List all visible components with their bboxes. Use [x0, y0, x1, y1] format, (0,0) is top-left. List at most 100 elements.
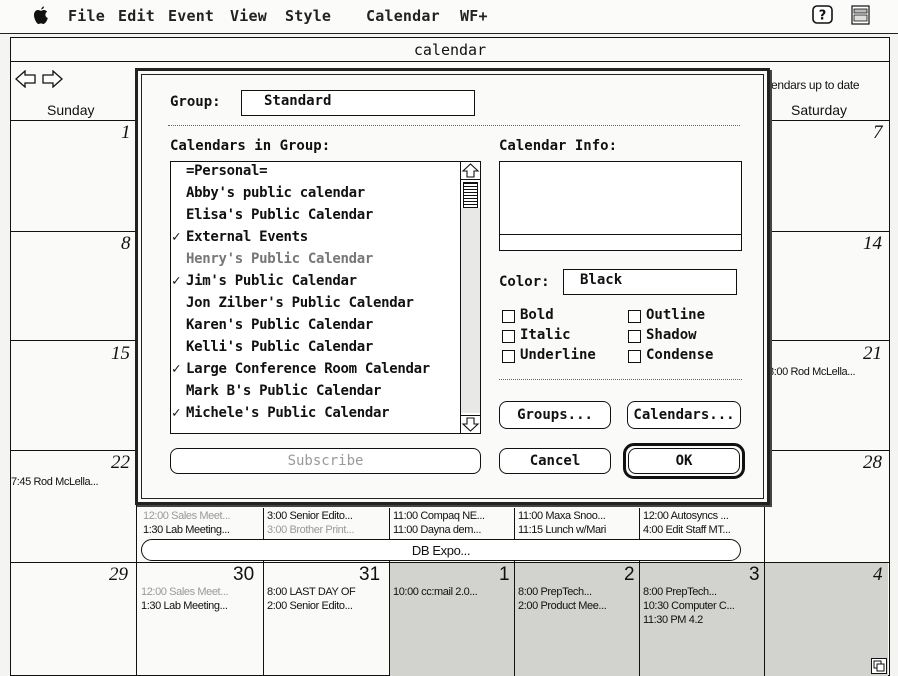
day-number: 21	[863, 343, 882, 364]
calendar-event[interactable]: 2:00 Senior Edito...	[267, 600, 387, 612]
day-number: 15	[111, 343, 130, 364]
italic-label: Italic	[520, 327, 571, 343]
color-label: Color:	[499, 274, 550, 290]
dotted-separator	[499, 379, 742, 380]
scroll-thumb[interactable]	[463, 182, 478, 208]
title-bar[interactable]: calendar	[11, 38, 889, 62]
calendar-event[interactable]: 11:00 Maxa Snoo...	[518, 510, 638, 522]
menu-view[interactable]: View	[230, 7, 267, 25]
calendar-event[interactable]: 10:00 cc:mail 2.0...	[393, 586, 513, 598]
groups-button[interactable]: Groups...	[499, 401, 611, 429]
grid-line	[263, 508, 264, 676]
calendar-name: =Personal=	[186, 163, 268, 179]
calendar-event[interactable]: 8:00 Rod McLella...	[768, 366, 888, 378]
day-number: 1	[121, 122, 131, 143]
outline-checkbox[interactable]	[628, 310, 641, 323]
menu-calendar[interactable]: Calendar	[366, 7, 440, 25]
list-item[interactable]: Mark B's Public Calendar	[172, 383, 459, 399]
list-item[interactable]: ✓ Large Conference Room Calendar	[172, 361, 459, 377]
group-label: Group:	[170, 94, 221, 110]
help-icon[interactable]: ?	[812, 4, 834, 26]
list-item[interactable]: Elisa's Public Calendar	[172, 207, 459, 223]
list-item[interactable]: Jon Zilber's Public Calendar	[172, 295, 459, 311]
scroll-track[interactable]	[461, 208, 480, 413]
bold-label: Bold	[520, 307, 554, 323]
day-number: 3	[749, 564, 760, 585]
calendars-in-group-label: Calendars in Group:	[170, 138, 331, 154]
calendar-info-box[interactable]	[499, 161, 742, 251]
calendar-event[interactable]: 11:30 PM 4.2	[643, 614, 763, 626]
condense-checkbox[interactable]	[628, 350, 641, 363]
checkmark: ✓	[172, 361, 181, 377]
calendar-event[interactable]: 12:00 Sales Meet...	[141, 586, 261, 598]
calendar-event[interactable]: 8:00 LAST DAY OF	[267, 586, 387, 598]
calendar-info-label: Calendar Info:	[499, 138, 618, 154]
day-number: 28	[863, 452, 882, 473]
calendar-event[interactable]: 4:00 Edit Staff MT...	[643, 524, 763, 536]
calendar-event[interactable]: 11:00 Compaq NE...	[393, 510, 513, 522]
calendar-event[interactable]: 12:00 Autosyncs ...	[643, 510, 763, 522]
checkmark: ✓	[172, 405, 181, 421]
list-item[interactable]: ✓ External Events	[172, 229, 459, 245]
calendar-event[interactable]: 11:00 Dayna dem...	[393, 524, 513, 536]
list-item[interactable]: Karen's Public Calendar	[172, 317, 459, 333]
calendar-event[interactable]: 8:00 PrepTech...	[518, 586, 638, 598]
color-field[interactable]: Black	[563, 269, 737, 295]
list-item[interactable]: Henry's Public Calendar	[172, 251, 459, 267]
day-number: 2	[624, 564, 635, 585]
multi-day-event-banner[interactable]: DB Expo...	[141, 539, 741, 561]
cancel-button[interactable]: Cancel	[499, 448, 611, 474]
calendar-event[interactable]: 7:45 Rod McLella...	[11, 476, 135, 488]
menu-event[interactable]: Event	[168, 7, 214, 25]
status-text: endars up to date	[771, 78, 860, 92]
menu-file[interactable]: File	[68, 7, 105, 25]
scroll-down-arrow-icon[interactable]	[461, 415, 480, 433]
calendar-name: Elisa's Public Calendar	[186, 207, 373, 223]
underline-checkbox[interactable]	[502, 350, 515, 363]
calendar-name: Large Conference Room Calendar	[186, 361, 430, 377]
apple-icon[interactable]	[32, 6, 50, 26]
list-item[interactable]: Kelli's Public Calendar	[172, 339, 459, 355]
underline-label: Underline	[520, 347, 596, 363]
arrow-left-icon[interactable]	[15, 70, 37, 88]
scroll-up-arrow-icon[interactable]	[461, 162, 480, 180]
calendar-event[interactable]: 10:30 Computer C...	[643, 600, 763, 612]
calendar-list[interactable]: =Personal= Abby's public calendar Elisa'…	[170, 161, 481, 434]
calendar-name: Mark B's Public Calendar	[186, 383, 382, 399]
list-item[interactable]: Abby's public calendar	[172, 185, 459, 201]
calendar-event[interactable]: 3:00 Brother Print...	[267, 524, 387, 536]
calendar-event[interactable]: 8:00 PrepTech...	[643, 586, 763, 598]
calendar-event[interactable]: 1:30 Lab Meeting...	[143, 524, 261, 536]
bold-checkbox[interactable]	[502, 310, 515, 323]
italic-checkbox[interactable]	[502, 330, 515, 343]
info-divider	[500, 234, 741, 235]
arrow-right-icon[interactable]	[41, 70, 63, 88]
resize-box-icon[interactable]	[871, 658, 887, 674]
condense-label: Condense	[646, 347, 714, 363]
shadow-label: Shadow	[646, 327, 697, 343]
calendar-event[interactable]: 3:00 Senior Edito...	[267, 510, 387, 522]
list-item[interactable]: ✓ Michele's Public Calendar	[172, 405, 459, 421]
calendar-event[interactable]: 11:15 Lunch w/Mari	[518, 524, 638, 536]
day-number: 22	[111, 452, 130, 473]
group-field[interactable]: Standard	[241, 90, 475, 116]
subscribe-button[interactable]: Subscribe	[170, 448, 481, 474]
calendar-event[interactable]: 12:00 Sales Meet...	[143, 510, 261, 522]
list-item[interactable]: ✓ Jim's Public Calendar	[172, 273, 459, 289]
calendar-name: Michele's Public Calendar	[186, 405, 390, 421]
ok-button[interactable]: OK	[628, 448, 740, 474]
calendars-button[interactable]: Calendars...	[627, 401, 741, 429]
calendar-name: Jim's Public Calendar	[186, 273, 357, 289]
grid-line	[514, 508, 515, 676]
menu-style[interactable]: Style	[285, 7, 331, 25]
menu-edit[interactable]: Edit	[118, 7, 155, 25]
calendar-event[interactable]: 1:30 Lab Meeting...	[141, 600, 261, 612]
application-menu-icon[interactable]	[850, 4, 872, 26]
scrollbar[interactable]	[460, 162, 480, 433]
calendar-group-dialog: Group: Standard Calendars in Group: Cale…	[135, 68, 770, 505]
day-header-saturday: Saturday	[791, 102, 848, 118]
calendar-event[interactable]: 2:00 Product Mee...	[518, 600, 638, 612]
shadow-checkbox[interactable]	[628, 330, 641, 343]
menu-wf-plus[interactable]: WF+	[460, 7, 488, 25]
list-item[interactable]: =Personal=	[172, 163, 459, 179]
